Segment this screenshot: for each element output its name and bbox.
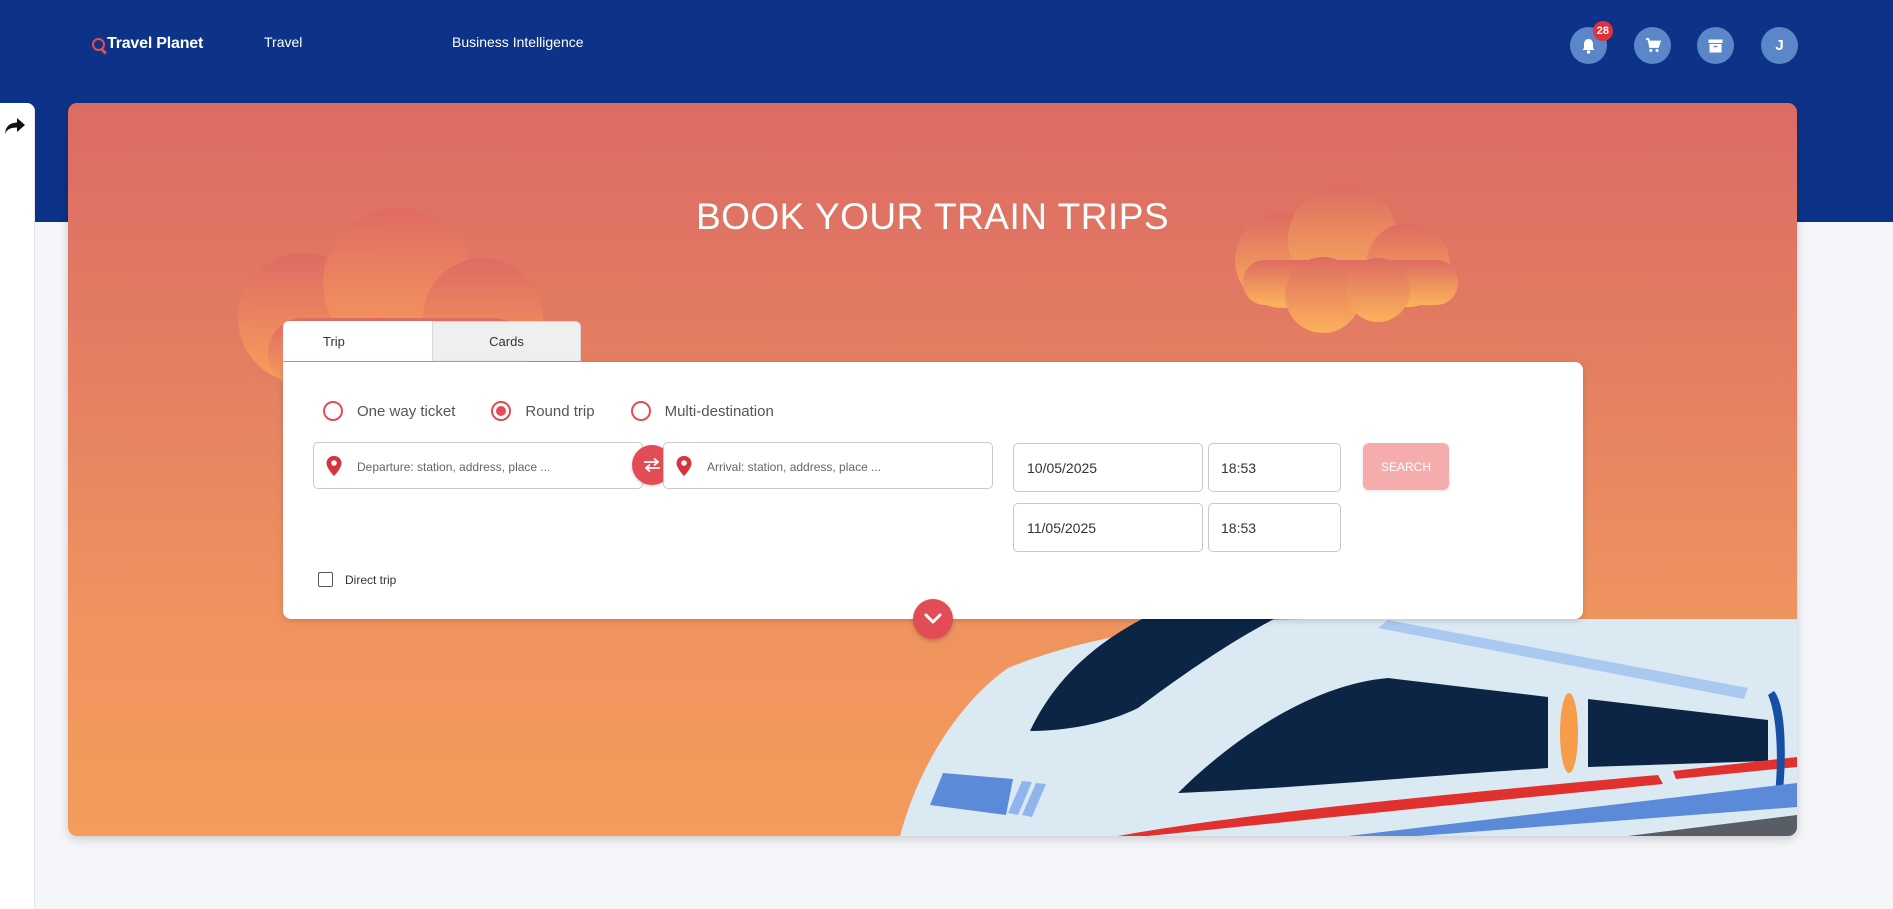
round-trip-radio[interactable]	[491, 401, 512, 421]
archive-icon	[1708, 39, 1723, 52]
brand-name: Travel Planet	[107, 35, 204, 52]
return-time-input[interactable]	[1209, 504, 1340, 551]
bell-icon	[1582, 38, 1595, 54]
departure-field[interactable]	[313, 442, 643, 489]
return-date-field[interactable]	[1013, 503, 1203, 552]
round-trip-label: Round trip	[525, 402, 595, 420]
user-avatar-button[interactable]: J	[1761, 27, 1798, 64]
arrival-input[interactable]	[664, 443, 992, 488]
tab-trip[interactable]: Trip	[283, 321, 432, 361]
archive-button[interactable]	[1697, 27, 1734, 64]
direct-trip-label: Direct trip	[345, 572, 397, 587]
sidebar	[0, 103, 35, 909]
return-date-input[interactable]	[1014, 504, 1202, 551]
one-way-radio[interactable]	[323, 401, 343, 421]
radio-selected-dot	[496, 406, 507, 416]
chevron-down-icon	[924, 613, 942, 624]
hero-banner: BOOK YOUR TRAIN TRIPS Trip Cards One way…	[68, 103, 1797, 836]
return-time-field[interactable]	[1208, 503, 1341, 552]
tab-cards[interactable]: Cards	[432, 321, 581, 361]
direct-trip-option[interactable]: Direct trip	[318, 572, 396, 587]
option-multi-destination[interactable]: Multi-destination	[630, 401, 774, 421]
cart-button[interactable]	[1634, 27, 1671, 64]
expand-options-button[interactable]	[913, 599, 953, 639]
direct-trip-checkbox[interactable]	[318, 572, 333, 587]
trip-type-options: One way ticket Round trip Multi-destinat…	[323, 401, 810, 421]
sidebar-toggle-button[interactable]	[2, 113, 28, 139]
booking-tabs: Trip Cards	[283, 321, 581, 361]
one-way-label: One way ticket	[357, 402, 456, 420]
search-button[interactable]: SEARCH	[1363, 443, 1449, 490]
multi-destination-radio[interactable]	[630, 401, 651, 421]
swap-arrows-icon	[644, 457, 660, 473]
departure-input[interactable]	[314, 443, 642, 488]
nav-travel[interactable]: Travel	[264, 34, 302, 50]
multi-destination-label: Multi-destination	[664, 402, 774, 420]
cart-icon	[1645, 38, 1661, 52]
avatar-initial: J	[1775, 37, 1784, 54]
nav-business-intelligence[interactable]: Business Intelligence	[452, 34, 584, 50]
location-pin-icon	[326, 456, 342, 476]
booking-form: One way ticket Round trip Multi-destinat…	[283, 362, 1583, 619]
outbound-time-field[interactable]	[1208, 443, 1341, 492]
outbound-date-field[interactable]	[1013, 443, 1203, 492]
option-one-way[interactable]: One way ticket	[323, 401, 455, 421]
notification-count-badge: 28	[1592, 21, 1613, 41]
notifications-button[interactable]: 28	[1570, 21, 1613, 64]
brand-logo[interactable]: Travel Planet	[92, 33, 203, 55]
outbound-date-input[interactable]	[1014, 444, 1202, 491]
logo-mark-icon	[92, 37, 105, 51]
outbound-time-input[interactable]	[1209, 444, 1340, 491]
location-pin-icon	[676, 456, 692, 476]
option-round-trip[interactable]: Round trip	[491, 401, 595, 421]
share-arrow-icon	[5, 118, 25, 134]
arrival-field[interactable]	[663, 442, 993, 489]
